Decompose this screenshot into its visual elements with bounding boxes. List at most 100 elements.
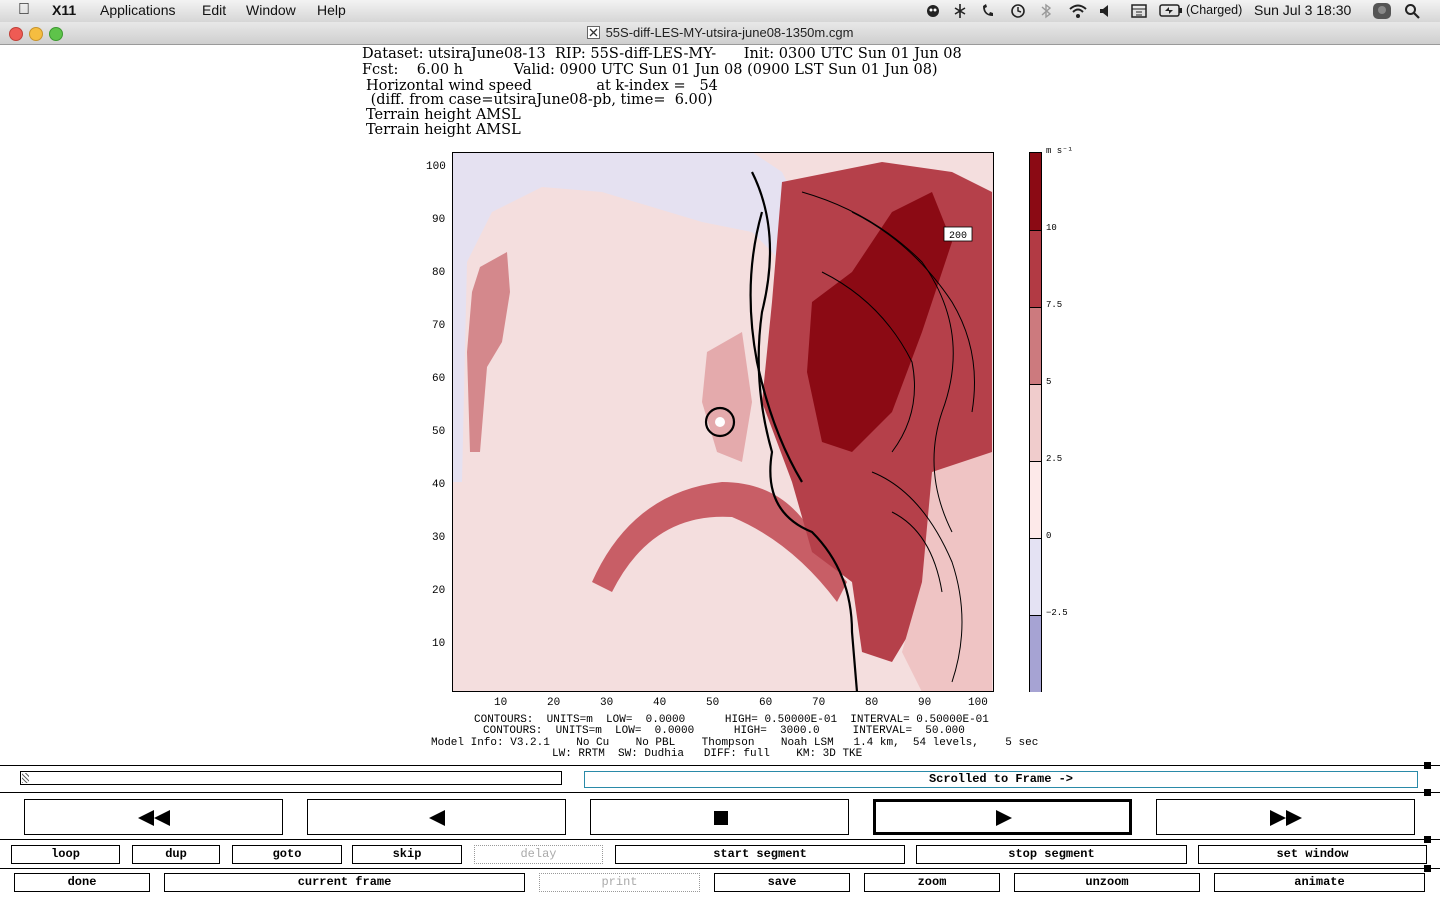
zoom-button[interactable]: zoom bbox=[864, 873, 1000, 892]
save-button[interactable]: save bbox=[714, 873, 850, 892]
menu-applications[interactable]: Applications bbox=[100, 2, 176, 18]
fast-rewind-icon bbox=[138, 810, 170, 826]
window-title-text: 55S-diff-LES-MY-utsira-june08-1350m.cgm bbox=[605, 25, 854, 40]
calendar-icon[interactable] bbox=[1130, 3, 1148, 19]
animate-button[interactable]: animate bbox=[1214, 873, 1425, 892]
app-menu[interactable]: X11 bbox=[52, 2, 76, 18]
colorbar-segment bbox=[1030, 384, 1041, 462]
pane-sash[interactable] bbox=[1424, 789, 1431, 796]
skip-button[interactable]: skip bbox=[352, 845, 462, 864]
plot-header-line1: Dataset: utsiraJune08-13 RIP: 55S-diff-L… bbox=[362, 46, 962, 62]
user-icon[interactable] bbox=[1372, 2, 1392, 20]
plot-footer-line4: LW: RRTM SW: Dudhia DIFF: full KM: 3D TK… bbox=[552, 748, 863, 760]
colorbar-tick-label: 2.5 bbox=[1046, 454, 1063, 464]
plot-header-line6: Terrain height AMSL bbox=[366, 122, 521, 138]
status-network-icon[interactable] bbox=[952, 3, 968, 19]
dup-button[interactable]: dup bbox=[132, 845, 220, 864]
colorbar-tick-label: 5 bbox=[1046, 377, 1052, 387]
y-tick-label: 60 bbox=[432, 373, 446, 385]
y-tick-label: 80 bbox=[432, 267, 446, 279]
plot-footer-line2: CONTOURS: UNITS=m LOW= 0.0000 HIGH= 3000… bbox=[483, 725, 965, 737]
battery-status: (Charged) bbox=[1186, 3, 1243, 17]
wind-speed-difference-map: 200 bbox=[452, 152, 994, 692]
current-frame-button[interactable]: current frame bbox=[164, 873, 525, 892]
fast-forward-icon bbox=[1270, 810, 1302, 826]
play-button[interactable] bbox=[873, 799, 1132, 835]
stop-button[interactable] bbox=[590, 799, 849, 835]
step-back-icon bbox=[429, 810, 445, 826]
y-tick-label: 100 bbox=[426, 161, 446, 173]
y-tick-label: 40 bbox=[432, 479, 446, 491]
x-tick-label: 40 bbox=[653, 697, 667, 709]
battery-icon[interactable] bbox=[1159, 4, 1183, 18]
pane-sash[interactable] bbox=[1424, 865, 1431, 872]
apple-menu-icon[interactable]:  bbox=[18, 1, 30, 19]
menubar-clock[interactable]: Sun Jul 3 18:30 bbox=[1254, 2, 1351, 18]
menu-help[interactable]: Help bbox=[317, 2, 346, 18]
x-tick-label: 60 bbox=[759, 697, 773, 709]
colorbar-unit: m s⁻¹ bbox=[1046, 146, 1074, 156]
window-title: 55S-diff-LES-MY-utsira-june08-1350m.cgm bbox=[0, 25, 1440, 40]
start-segment-button[interactable]: start segment bbox=[615, 845, 905, 864]
y-tick-label: 20 bbox=[432, 585, 446, 597]
x-tick-label: 80 bbox=[865, 697, 879, 709]
y-tick-label: 30 bbox=[432, 532, 446, 544]
colorbar bbox=[1029, 152, 1042, 692]
x-tick-label: 90 bbox=[918, 697, 932, 709]
plot-header-line2: Fcst: 6.00 h Valid: 0900 UTC Sun 01 Jun … bbox=[362, 62, 938, 78]
time-machine-icon[interactable] bbox=[1010, 3, 1026, 19]
stop-segment-button[interactable]: stop segment bbox=[916, 845, 1187, 864]
print-button[interactable]: print bbox=[539, 873, 700, 892]
x-tick-label: 30 bbox=[600, 697, 614, 709]
colorbar-segment bbox=[1030, 230, 1041, 308]
step-back-button[interactable] bbox=[307, 799, 566, 835]
colorbar-segment bbox=[1030, 461, 1041, 539]
fast-forward-button[interactable] bbox=[1156, 799, 1415, 835]
y-tick-label: 90 bbox=[432, 214, 446, 226]
status-field: Scrolled to Frame -> bbox=[584, 771, 1418, 788]
loop-button[interactable]: loop bbox=[11, 845, 120, 864]
separator bbox=[0, 839, 1440, 840]
colorbar-tick-label: 0 bbox=[1046, 531, 1052, 541]
separator bbox=[0, 868, 1440, 869]
pane-sash[interactable] bbox=[1424, 762, 1431, 769]
stop-icon bbox=[714, 811, 728, 825]
done-button[interactable]: done bbox=[14, 873, 150, 892]
menu-bar:  X11 Applications Edit Window Help (Cha… bbox=[0, 0, 1440, 23]
menu-edit[interactable]: Edit bbox=[202, 2, 226, 18]
colorbar-segment bbox=[1030, 307, 1041, 385]
pane-sash[interactable] bbox=[1424, 836, 1431, 843]
status-alien-icon[interactable] bbox=[925, 3, 941, 19]
fast-rewind-button[interactable] bbox=[24, 799, 283, 835]
colorbar-segment bbox=[1030, 615, 1041, 692]
spotlight-search-icon[interactable] bbox=[1404, 3, 1420, 19]
frame-scrollbar[interactable] bbox=[20, 771, 562, 785]
x11-doc-icon bbox=[586, 26, 600, 39]
set-window-button[interactable]: set window bbox=[1198, 845, 1427, 864]
colorbar-tick-label: 7.5 bbox=[1046, 300, 1063, 310]
menu-window[interactable]: Window bbox=[246, 2, 296, 18]
y-tick-label: 50 bbox=[432, 426, 446, 438]
colorbar-segment bbox=[1030, 538, 1041, 616]
y-tick-label: 70 bbox=[432, 320, 446, 332]
bluetooth-icon[interactable] bbox=[1040, 3, 1052, 19]
x-tick-label: 100 bbox=[968, 697, 988, 709]
phone-icon[interactable] bbox=[980, 3, 996, 19]
x-tick-label: 70 bbox=[812, 697, 826, 709]
play-icon bbox=[996, 810, 1012, 826]
colorbar-tick-label: −2.5 bbox=[1046, 608, 1068, 618]
volume-icon[interactable] bbox=[1098, 3, 1114, 19]
delay-button[interactable]: delay bbox=[474, 845, 603, 864]
x-tick-label: 50 bbox=[706, 697, 720, 709]
contour-label-200: 200 bbox=[943, 226, 973, 242]
x-tick-label: 10 bbox=[494, 697, 508, 709]
goto-button[interactable]: goto bbox=[232, 845, 342, 864]
unzoom-button[interactable]: unzoom bbox=[1014, 873, 1200, 892]
window-title-bar: 55S-diff-LES-MY-utsira-june08-1350m.cgm bbox=[0, 22, 1440, 45]
wifi-icon[interactable] bbox=[1068, 3, 1088, 19]
colorbar-tick-label: 10 bbox=[1046, 223, 1057, 233]
colorbar-segment bbox=[1030, 153, 1041, 230]
frame-scrollbar-thumb[interactable] bbox=[22, 773, 29, 783]
plot-header-line5: Terrain height AMSL bbox=[366, 107, 521, 123]
x-tick-label: 20 bbox=[547, 697, 561, 709]
